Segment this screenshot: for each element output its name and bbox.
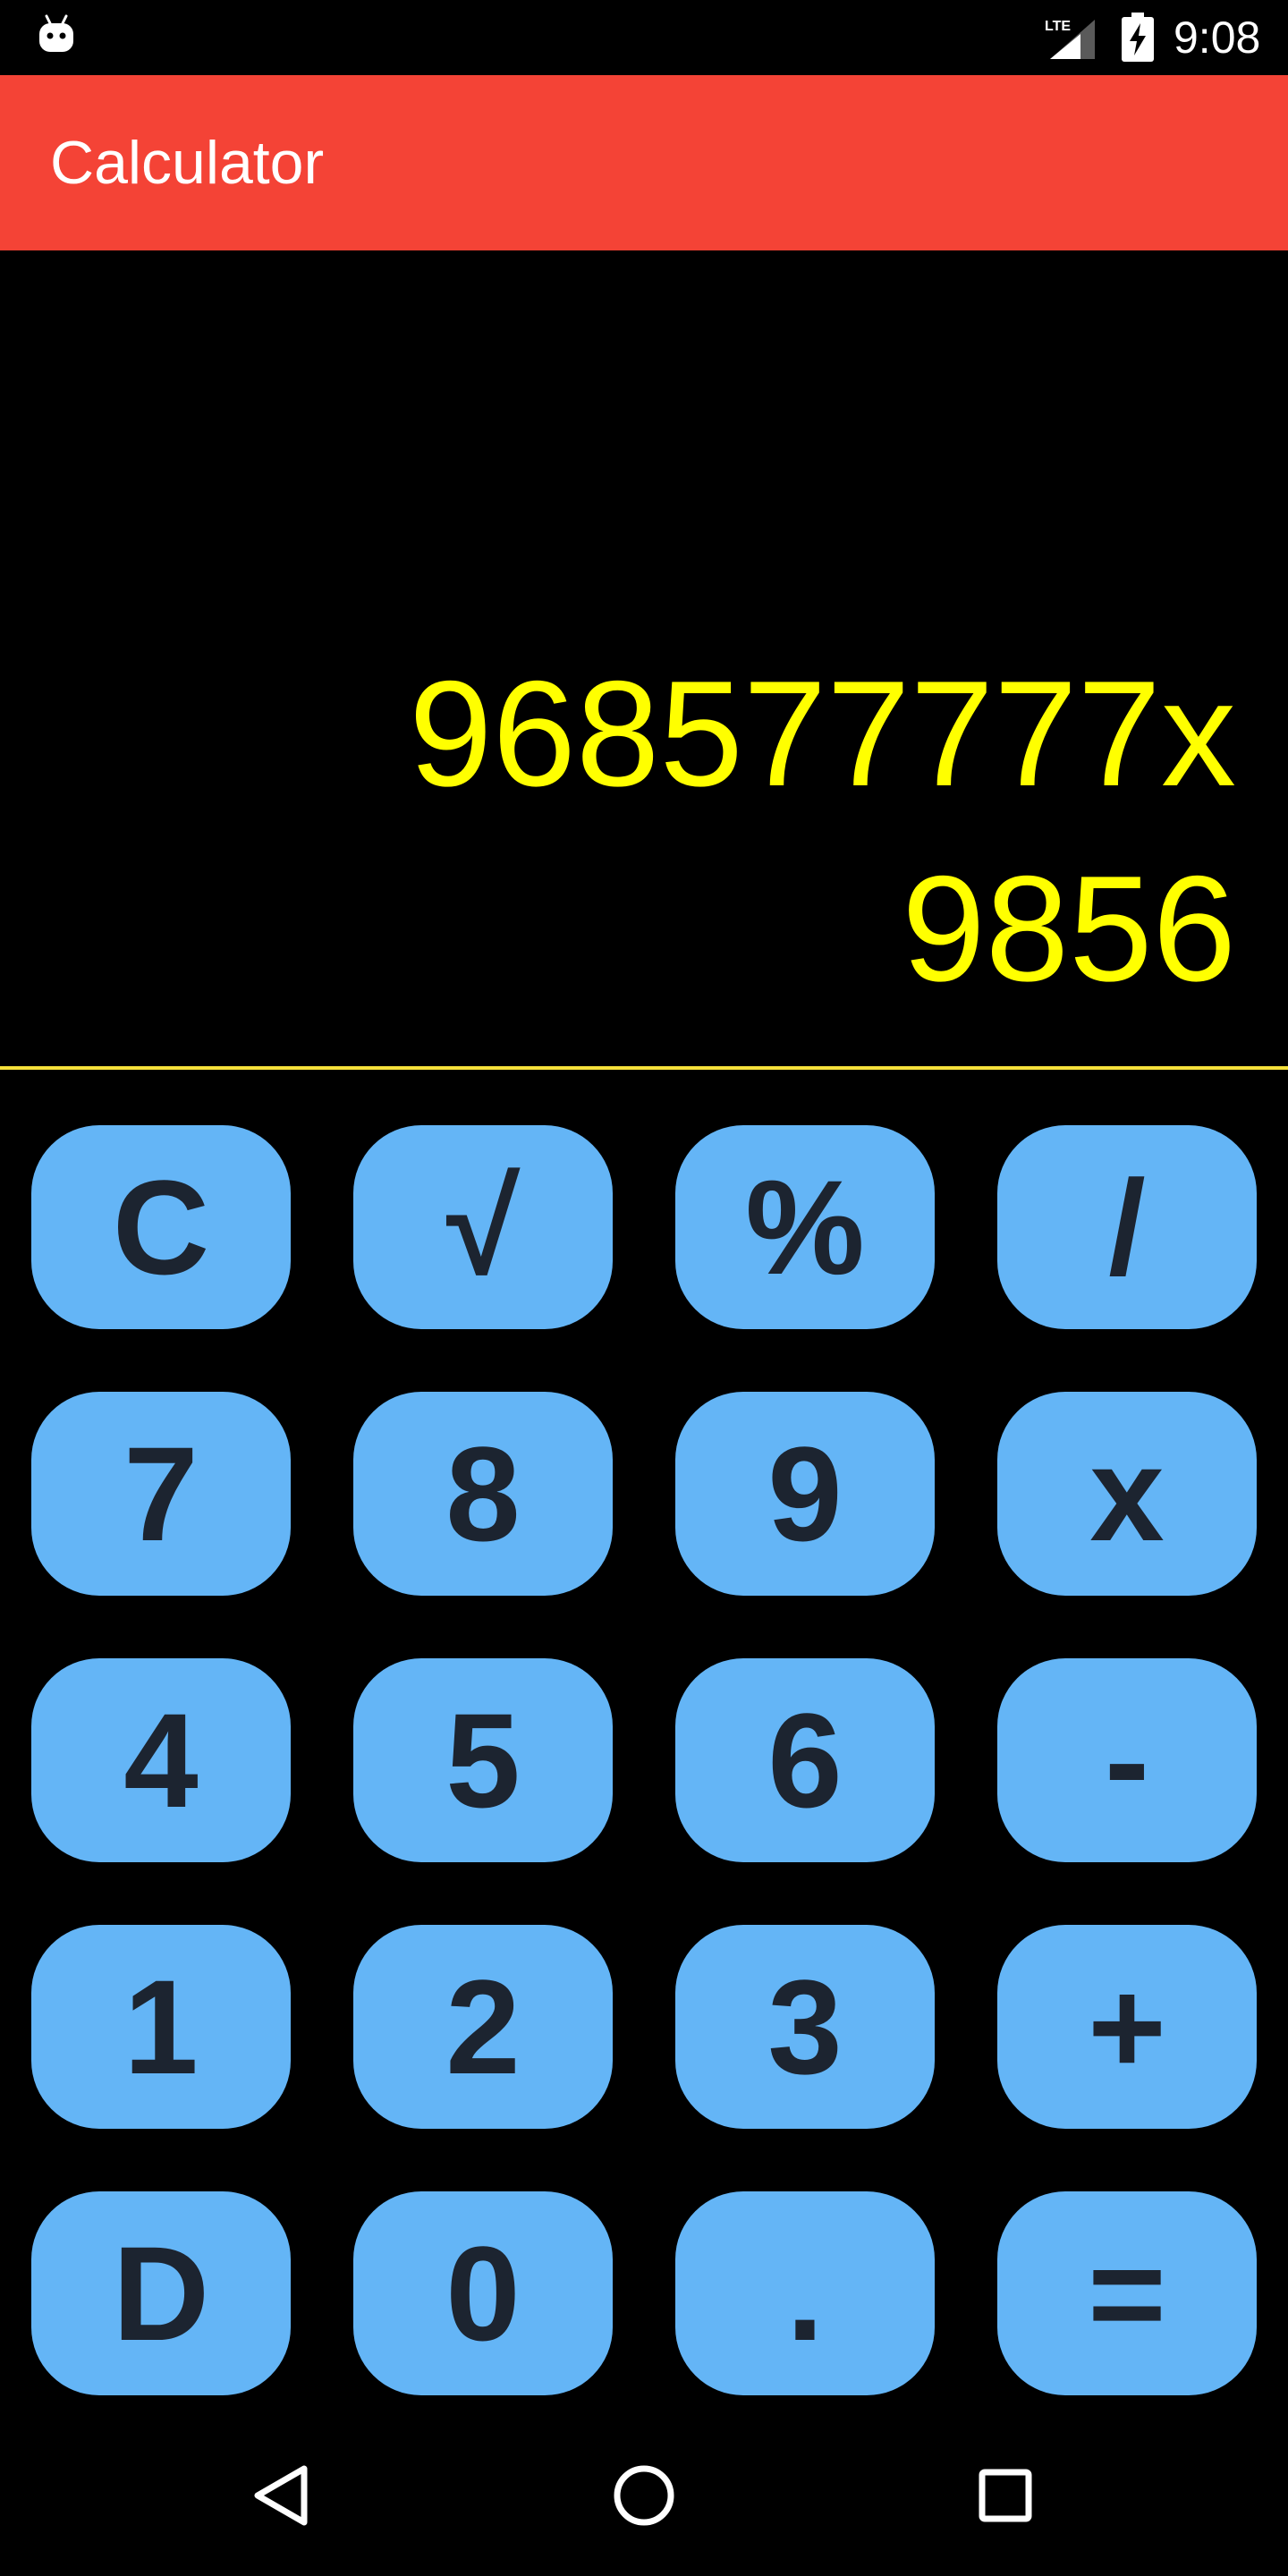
multiply-button[interactable]: x	[997, 1392, 1257, 1596]
digit-9-button[interactable]: 9	[675, 1392, 935, 1596]
navigation-bar	[0, 2415, 1288, 2576]
digit-6-button[interactable]: 6	[675, 1658, 935, 1862]
network-label: LTE	[1045, 19, 1071, 34]
delete-button[interactable]: D	[31, 2191, 291, 2395]
status-time: 9:08	[1174, 13, 1261, 63]
status-bar: LTE 9:08	[0, 0, 1288, 75]
lte-signal-icon: LTE	[1045, 19, 1095, 59]
percent-button[interactable]: %	[675, 1125, 935, 1329]
clear-button[interactable]: C	[31, 1125, 291, 1329]
home-icon[interactable]	[599, 2451, 689, 2540]
app-title: Calculator	[50, 129, 325, 197]
square-root-button[interactable]: √	[353, 1125, 613, 1329]
calculator-display: 968577777x 9856	[0, 250, 1288, 1068]
digit-3-button[interactable]: 3	[675, 1925, 935, 2129]
equals-button[interactable]: =	[997, 2191, 1257, 2395]
operand-display: 9856	[902, 844, 1236, 1013]
recents-icon[interactable]	[961, 2451, 1050, 2540]
digit-4-button[interactable]: 4	[31, 1658, 291, 1862]
back-icon[interactable]	[238, 2451, 327, 2540]
android-icon	[39, 14, 73, 52]
digit-2-button[interactable]: 2	[353, 1925, 613, 2129]
digit-7-button[interactable]: 7	[31, 1392, 291, 1596]
expression-display: 968577777x	[409, 649, 1236, 818]
divide-button[interactable]: /	[997, 1125, 1257, 1329]
add-button[interactable]: +	[997, 1925, 1257, 2129]
digit-1-button[interactable]: 1	[31, 1925, 291, 2129]
decimal-point-button[interactable]: .	[675, 2191, 935, 2395]
app-bar: Calculator	[0, 75, 1288, 250]
battery-charging-icon	[1122, 13, 1154, 62]
digit-5-button[interactable]: 5	[353, 1658, 613, 1862]
subtract-button[interactable]: -	[997, 1658, 1257, 1862]
keypad: C √ % / 7 8 9 x 4 5 6 - 1 2 3 + D 0 . =	[0, 1070, 1288, 2415]
digit-8-button[interactable]: 8	[353, 1392, 613, 1596]
digit-0-button[interactable]: 0	[353, 2191, 613, 2395]
